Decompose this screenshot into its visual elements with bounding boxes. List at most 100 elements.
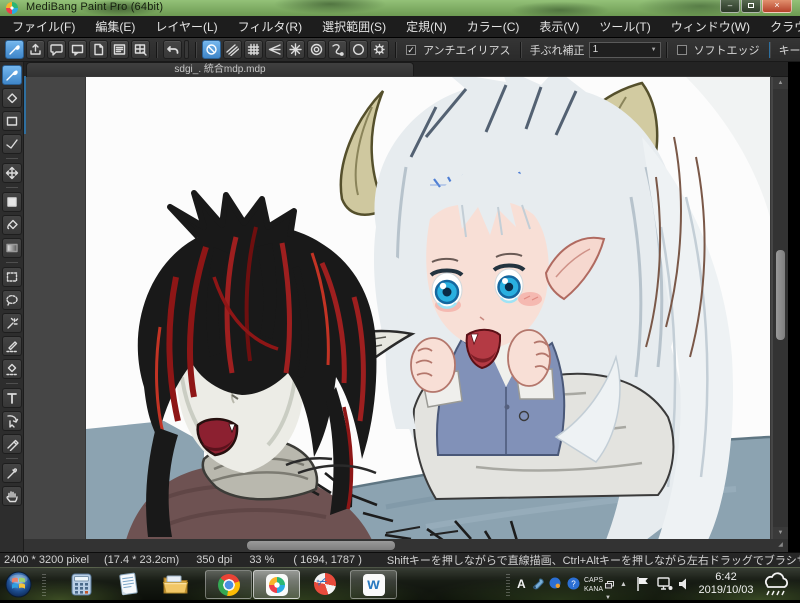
ime-language-indicator[interactable]: A (517, 577, 526, 591)
snap-ellipse-button[interactable] (349, 40, 368, 59)
snap-radial-button[interactable] (286, 40, 305, 59)
canvas-artwork[interactable] (86, 77, 770, 540)
paint-bucket-icon (5, 218, 19, 232)
taskbar-file-explorer[interactable] (162, 572, 189, 602)
tool-magic-wand[interactable] (1, 313, 22, 333)
tool-hand[interactable] (1, 486, 22, 506)
action-center-flag-icon[interactable] (635, 576, 650, 597)
window-controls: – × (719, 0, 792, 13)
export-button[interactable] (26, 40, 45, 59)
menu-ruler[interactable]: 定規(N) (396, 16, 457, 38)
taskbar-w-app[interactable]: w (350, 570, 397, 599)
vertical-scrollbar[interactable]: ▲ ▼ (773, 77, 788, 539)
title-bar[interactable]: MediBang Paint Pro (64bit) – × (0, 0, 800, 16)
taskbar-notepad[interactable] (116, 572, 141, 602)
stabilization-label: 手ぶれ補正 (529, 44, 585, 57)
tool-eraser-pen[interactable] (1, 434, 22, 454)
comment-button[interactable] (47, 40, 66, 59)
soft-edge-checkbox[interactable] (676, 44, 687, 55)
tool-operation[interactable] (1, 411, 22, 431)
volume-icon[interactable] (678, 577, 691, 596)
minimize-button[interactable]: – (720, 0, 740, 13)
concentric-circles-icon (310, 43, 323, 56)
weather-widget[interactable] (758, 571, 792, 603)
menu-color[interactable]: カラー(C) (457, 16, 530, 38)
maximize-button[interactable] (741, 0, 761, 13)
network-icon[interactable] (657, 577, 673, 596)
taskbar-calculator[interactable] (70, 573, 93, 601)
taskbar-clock[interactable]: 6:42 2019/10/03 (698, 571, 754, 597)
start-button[interactable] (5, 571, 32, 603)
antialias-checkbox[interactable]: ✓ (406, 44, 416, 55)
stabilization-dropdown[interactable]: 1 ▼ (588, 41, 661, 58)
tool-select-pen[interactable] (1, 336, 22, 356)
palette-separator (5, 158, 18, 159)
snap-grid-button[interactable] (244, 40, 263, 59)
square-icon (5, 195, 19, 209)
tray-help-icon[interactable]: ? (567, 577, 580, 595)
taskbar: ✂ w A ? CAPS KANA ▼ ▲ 6:42 2019/10/03 (0, 567, 800, 603)
grid-edit-button[interactable] (131, 40, 150, 59)
snap-settings-button[interactable] (370, 40, 389, 59)
redo-collapsed-button[interactable] (184, 40, 189, 59)
menu-file[interactable]: ファイル(F) (2, 16, 85, 38)
tool-polyline[interactable] (1, 134, 22, 154)
tool-shape-brush[interactable] (1, 192, 22, 212)
tool-eraser[interactable] (1, 88, 22, 108)
close-button[interactable]: × (762, 0, 792, 13)
snap-parallel-button[interactable] (223, 40, 242, 59)
document-button[interactable] (89, 40, 108, 59)
undo-button[interactable] (163, 40, 182, 59)
document-list-button[interactable] (110, 40, 129, 59)
panel-comment-button[interactable] (68, 40, 87, 59)
horizontal-scroll-thumb[interactable] (247, 541, 395, 550)
toolbar-separator (195, 41, 196, 58)
resize-corner[interactable]: ◢ (773, 539, 788, 552)
ime-tools-icon[interactable]: ▼ (605, 576, 615, 601)
radial-icon (289, 43, 302, 56)
tool-select-eraser[interactable] (1, 359, 22, 379)
brush-active-button[interactable] (5, 40, 24, 59)
snap-concentric-button[interactable] (307, 40, 326, 59)
ime-mode-indicator[interactable]: CAPS KANA (584, 577, 603, 593)
tray-app-blue-icon[interactable] (549, 577, 562, 595)
scissors-icon: ✂ (314, 573, 336, 595)
medibang-icon (265, 573, 288, 596)
tool-shape-select[interactable] (1, 111, 22, 131)
menu-select[interactable]: 選択範囲(S) (312, 16, 396, 38)
vertical-scroll-thumb[interactable] (776, 250, 785, 340)
brush-icon (8, 43, 21, 56)
snap-curve-button[interactable] (328, 40, 347, 59)
tray-wrench-icon[interactable] (531, 577, 545, 596)
tool-bucket[interactable] (1, 215, 22, 235)
tool-eyedropper[interactable] (1, 463, 22, 483)
horizontal-scrollbar[interactable] (24, 539, 773, 552)
menu-tool[interactable]: ツール(T) (589, 16, 660, 38)
taskbar-medibang[interactable] (253, 570, 300, 599)
tool-brush[interactable] (1, 65, 22, 85)
tool-move[interactable] (1, 163, 22, 183)
menu-cloud[interactable]: クラウド(O) (760, 16, 800, 38)
snap-vanishing-button[interactable] (265, 40, 284, 59)
tool-gradient[interactable] (1, 238, 22, 258)
marquee-icon (5, 270, 19, 284)
document-tab[interactable]: sdgi_. 統合mdp.mdp (26, 62, 414, 77)
tool-lasso[interactable] (1, 290, 22, 310)
taskbar-snipping-tool[interactable]: ✂ (314, 573, 336, 595)
snap-off-button[interactable] (202, 40, 221, 59)
menu-edit[interactable]: 編集(E) (85, 16, 145, 38)
document-list-icon (113, 43, 126, 56)
scroll-up-arrow[interactable]: ▲ (773, 77, 788, 89)
show-hidden-icons-button[interactable]: ▲ (620, 581, 627, 588)
tool-marquee-select[interactable] (1, 267, 22, 287)
tool-text[interactable] (1, 388, 22, 408)
select-eraser-icon (5, 362, 19, 376)
taskbar-chrome[interactable] (205, 570, 252, 599)
palette-separator (5, 383, 18, 384)
scroll-down-arrow[interactable]: ▼ (773, 527, 788, 539)
menu-filter[interactable]: フィルタ(R) (228, 16, 312, 38)
menu-window[interactable]: ウィンドウ(W) (661, 16, 760, 38)
rotate-cursor-icon (5, 414, 19, 428)
menu-layer[interactable]: レイヤー(L) (145, 16, 227, 38)
menu-view[interactable]: 表示(V) (529, 16, 589, 38)
